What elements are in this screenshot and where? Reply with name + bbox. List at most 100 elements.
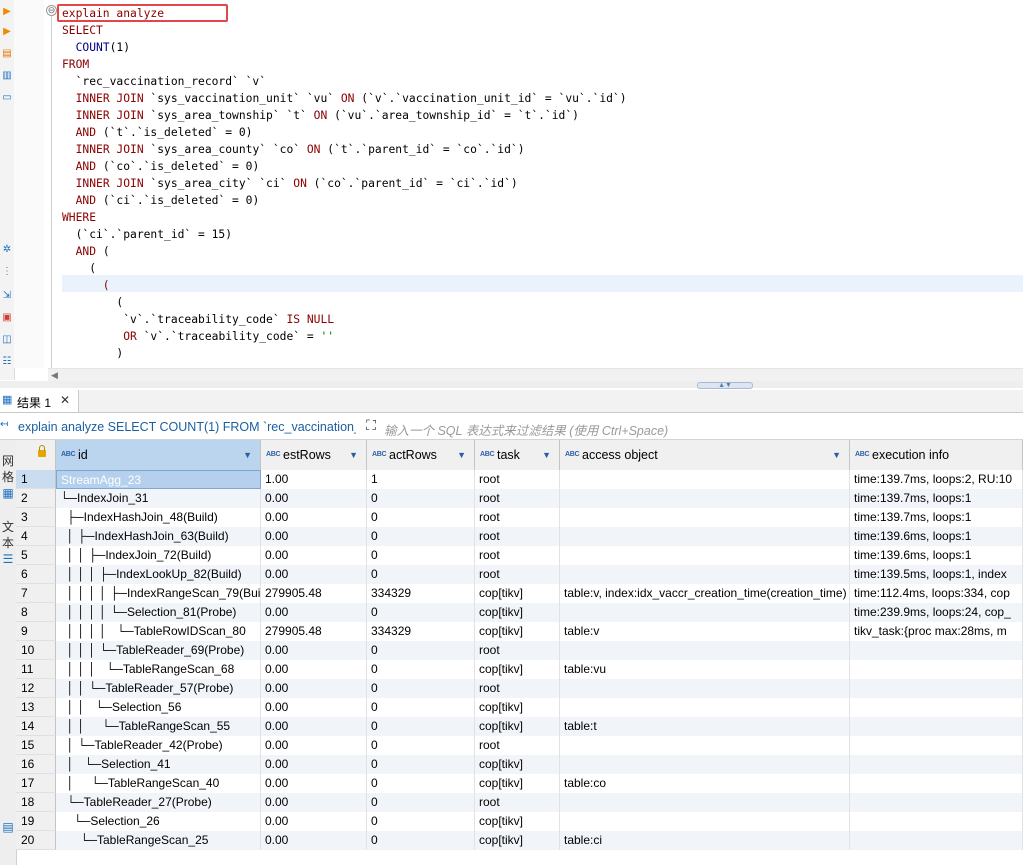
- code-line[interactable]: (`ci`.`parent_id` = 15): [62, 226, 627, 243]
- cell-execution-info[interactable]: [850, 793, 1023, 812]
- code-line[interactable]: COUNT(1): [62, 39, 627, 56]
- text-view-icon[interactable]: ☰: [1, 552, 15, 566]
- cell-execution-info[interactable]: [850, 812, 1023, 831]
- table-row[interactable]: 3 ├─IndexHashJoin_48(Build) 0.00 0 root time…: [16, 508, 1023, 527]
- cell-id[interactable]: │ └─Selection_41: [56, 755, 261, 774]
- code-line[interactable]: SELECT: [62, 22, 627, 39]
- column-header-id[interactable]: ABC id ▼: [56, 440, 261, 470]
- cell-id[interactable]: │ │ │ │ └─TableRowIDScan_80: [56, 622, 261, 641]
- cell-execution-info[interactable]: time:139.7ms, loops:1: [850, 489, 1023, 508]
- explain-plan-icon[interactable]: ▤: [1, 48, 13, 60]
- table-row[interactable]: 18 └─TableReader_27(Probe) 0.00 0 root: [16, 793, 1023, 812]
- cell-id[interactable]: │ │ │ ├─IndexLookUp_82(Build): [56, 565, 261, 584]
- result-grid[interactable]: ABC id ▼ ABC estRows ▼ ABC actRows ▼ ABC…: [16, 440, 1023, 865]
- cell-actrows[interactable]: 0: [367, 793, 475, 812]
- cell-task[interactable]: cop[tikv]: [475, 660, 560, 679]
- cell-actrows[interactable]: 0: [367, 660, 475, 679]
- table-row[interactable]: 7 │ │ │ │ ├─IndexRangeScan_79(Build) 2799…: [16, 584, 1023, 603]
- cell-actrows[interactable]: 0: [367, 603, 475, 622]
- cell-id[interactable]: │ │ └─Selection_56: [56, 698, 261, 717]
- cell-execution-info[interactable]: time:239.9ms, loops:24, cop_: [850, 603, 1023, 622]
- code-line[interactable]: AND (: [62, 243, 627, 260]
- column-header-actrows[interactable]: ABC actRows ▼: [367, 440, 475, 470]
- row-number[interactable]: 6: [16, 565, 56, 584]
- export-icon[interactable]: ⇲: [1, 290, 13, 302]
- cell-task[interactable]: root: [475, 470, 560, 489]
- table-row[interactable]: 1 StreamAgg_23 1.00 1 root time:139.7ms, loop…: [16, 470, 1023, 489]
- cell-id[interactable]: │ ├─IndexHashJoin_63(Build): [56, 527, 261, 546]
- row-number[interactable]: 16: [16, 755, 56, 774]
- cell-actrows[interactable]: 1: [367, 470, 475, 489]
- table-row[interactable]: 19 └─Selection_26 0.00 0 cop[tikv]: [16, 812, 1023, 831]
- cell-id[interactable]: │ │ │ └─TableReader_69(Probe): [56, 641, 261, 660]
- cell-actrows[interactable]: 0: [367, 679, 475, 698]
- cell-task[interactable]: cop[tikv]: [475, 774, 560, 793]
- cell-execution-info[interactable]: [850, 831, 1023, 850]
- sort-dropdown-icon[interactable]: ▼: [243, 450, 252, 460]
- cell-task[interactable]: cop[tikv]: [475, 603, 560, 622]
- cell-actrows[interactable]: 0: [367, 565, 475, 584]
- cell-execution-info[interactable]: time:112.4ms, loops:334, cop: [850, 584, 1023, 603]
- code-line[interactable]: INNER JOIN `sys_area_county` `co` ON (`t…: [62, 141, 627, 158]
- column-header-access-object[interactable]: ABC access object ▼: [560, 440, 850, 470]
- cell-task[interactable]: cop[tikv]: [475, 831, 560, 850]
- panel-splitter[interactable]: ▲▼: [0, 381, 1023, 389]
- sql-code[interactable]: explain analyze SELECT COUNT(1) FROM `rec_…: [62, 5, 627, 362]
- cell-access-object[interactable]: [560, 565, 850, 584]
- cell-task[interactable]: root: [475, 793, 560, 812]
- cell-task[interactable]: cop[tikv]: [475, 755, 560, 774]
- settings-icon[interactable]: ✲: [1, 244, 13, 256]
- row-number[interactable]: 19: [16, 812, 56, 831]
- column-header-task[interactable]: ABC task ▼: [475, 440, 560, 470]
- cell-access-object[interactable]: [560, 527, 850, 546]
- cell-actrows[interactable]: 0: [367, 527, 475, 546]
- execute-icon[interactable]: ▶: [1, 6, 13, 18]
- cell-actrows[interactable]: 0: [367, 755, 475, 774]
- table-row[interactable]: 15 │ └─TableReader_42(Probe) 0.00 0 root: [16, 736, 1023, 755]
- cell-access-object[interactable]: table:v: [560, 622, 850, 641]
- cell-estrows[interactable]: 0.00: [261, 679, 367, 698]
- row-number[interactable]: 7: [16, 584, 56, 603]
- cell-estrows[interactable]: 0.00: [261, 831, 367, 850]
- cell-execution-info[interactable]: [850, 717, 1023, 736]
- cell-estrows[interactable]: 1.00: [261, 470, 367, 489]
- cell-id[interactable]: └─Selection_26: [56, 812, 261, 831]
- cell-execution-info[interactable]: time:139.5ms, loops:1, index: [850, 565, 1023, 584]
- table-row[interactable]: 14 │ │ └─TableRangeScan_55 0.00 0 cop[tikv]…: [16, 717, 1023, 736]
- sort-dropdown-icon[interactable]: ▼: [457, 450, 466, 460]
- new-script-icon[interactable]: ▣: [1, 312, 13, 324]
- row-number[interactable]: 10: [16, 641, 56, 660]
- format-icon[interactable]: ◫: [1, 334, 13, 346]
- grid-view-label-2[interactable]: 格: [1, 470, 15, 484]
- cell-id[interactable]: │ │ ├─IndexJoin_72(Build): [56, 546, 261, 565]
- cell-actrows[interactable]: 0: [367, 698, 475, 717]
- cell-access-object[interactable]: [560, 603, 850, 622]
- cell-access-object[interactable]: [560, 812, 850, 831]
- cell-actrows[interactable]: 0: [367, 736, 475, 755]
- column-header-execution-info[interactable]: ABC execution info: [850, 440, 1023, 470]
- cell-task[interactable]: root: [475, 489, 560, 508]
- row-number[interactable]: 14: [16, 717, 56, 736]
- cell-actrows[interactable]: 0: [367, 774, 475, 793]
- row-number[interactable]: 5: [16, 546, 56, 565]
- cell-task[interactable]: root: [475, 736, 560, 755]
- code-line[interactable]: (: [62, 277, 627, 294]
- table-row[interactable]: 20 └─TableRangeScan_25 0.00 0 cop[tikv] tabl…: [16, 831, 1023, 850]
- code-line[interactable]: `rec_vaccination_record` `v`: [62, 73, 627, 90]
- execute-script-icon[interactable]: ▶: [1, 26, 13, 38]
- cell-id[interactable]: │ │ │ │ ├─IndexRangeScan_79(Build): [56, 584, 261, 603]
- cell-actrows[interactable]: 0: [367, 489, 475, 508]
- cell-access-object[interactable]: [560, 755, 850, 774]
- cell-task[interactable]: root: [475, 527, 560, 546]
- close-icon[interactable]: ✕: [60, 393, 70, 407]
- cell-execution-info[interactable]: [850, 641, 1023, 660]
- row-number[interactable]: 17: [16, 774, 56, 793]
- cell-actrows[interactable]: 334329: [367, 584, 475, 603]
- sort-dropdown-icon[interactable]: ▼: [349, 450, 358, 460]
- cell-task[interactable]: cop[tikv]: [475, 584, 560, 603]
- row-number[interactable]: 11: [16, 660, 56, 679]
- cell-access-object[interactable]: [560, 470, 850, 489]
- cell-id[interactable]: │ └─TableRangeScan_40: [56, 774, 261, 793]
- cell-task[interactable]: cop[tikv]: [475, 717, 560, 736]
- cell-id[interactable]: └─IndexJoin_31: [56, 489, 261, 508]
